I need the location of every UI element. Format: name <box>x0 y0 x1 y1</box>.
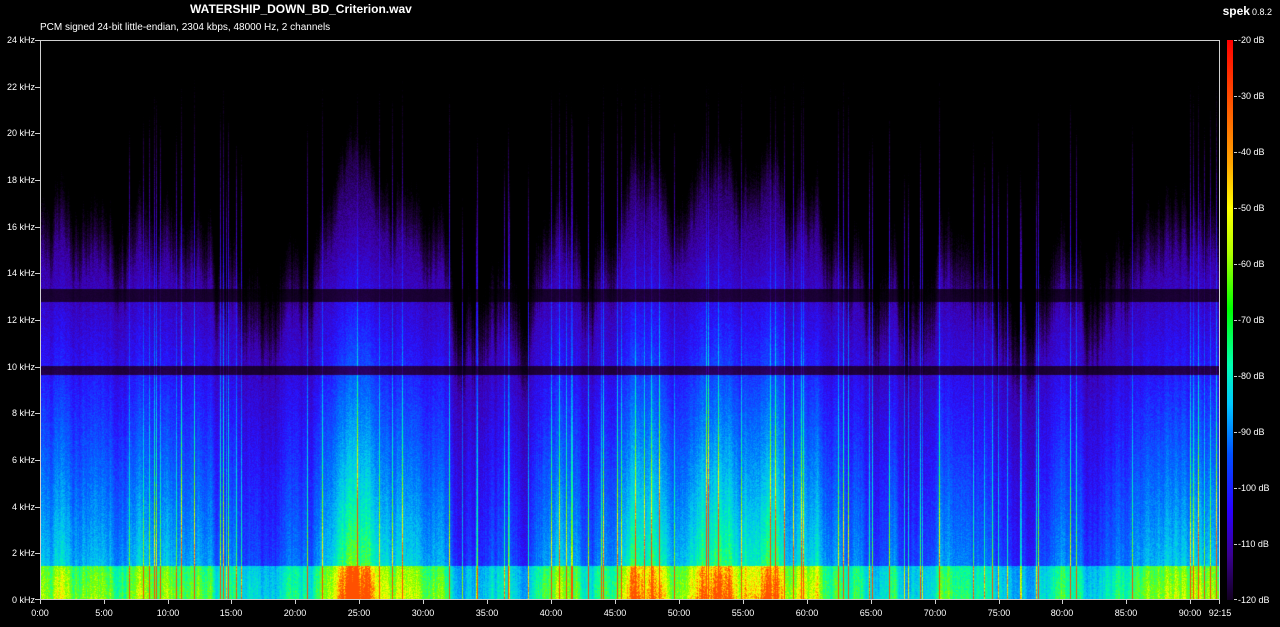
frequency-label: 0 kHz <box>11 595 35 605</box>
db-tick <box>1234 376 1237 377</box>
frequency-label: 22 kHz <box>6 81 35 92</box>
time-label: 25:00 <box>347 608 371 618</box>
time-tick <box>1190 600 1191 604</box>
db-tick <box>1234 208 1237 209</box>
frequency-label: 10 kHz <box>6 361 35 372</box>
db-label: -70 dB <box>1238 315 1265 325</box>
db-label: -50 dB <box>1238 203 1265 213</box>
time-label: 0:00 <box>31 608 49 618</box>
file-title: WATERSHIP_DOWN_BD_Criterion.wav <box>190 2 412 16</box>
time-tick <box>487 600 488 604</box>
frequency-tick <box>35 460 40 461</box>
audio-format-info: PCM signed 24-bit little-endian, 2304 kb… <box>40 22 331 33</box>
db-tick <box>1234 599 1237 600</box>
time-label: 15:00 <box>219 608 243 618</box>
frequency-label: 12 kHz <box>6 315 35 325</box>
frequency-label: 8 kHz <box>11 408 35 419</box>
frequency-label: 2 kHz <box>11 548 35 559</box>
time-tick <box>104 600 105 604</box>
time-tick <box>999 600 1000 604</box>
time-tick <box>1126 600 1127 604</box>
time-tick <box>168 600 169 604</box>
frequency-label: 24 kHz <box>6 35 35 45</box>
frequency-label: 16 kHz <box>6 221 35 232</box>
time-label: 30:00 <box>411 608 435 618</box>
time-label: 5:00 <box>95 608 113 618</box>
time-label: 45:00 <box>603 608 627 618</box>
time-tick <box>359 600 360 604</box>
time-label: 92:15 <box>1208 608 1232 618</box>
time-tick <box>935 600 936 604</box>
frequency-tick <box>35 40 40 41</box>
frequency-tick <box>35 86 40 88</box>
time-label: 40:00 <box>539 608 563 618</box>
db-label: -110 dB <box>1238 539 1269 549</box>
time-label: 50:00 <box>667 608 691 618</box>
time-label: 55:00 <box>731 608 755 618</box>
app-version: 0.8.2 <box>1251 7 1272 17</box>
db-label: -20 dB <box>1238 35 1265 45</box>
time-tick <box>423 600 424 604</box>
time-label: 75:00 <box>987 608 1011 618</box>
db-label: -80 dB <box>1238 371 1265 381</box>
time-label: 10:00 <box>156 608 180 618</box>
db-colorbar <box>1227 40 1233 600</box>
time-tick <box>551 600 552 604</box>
db-label: -100 dB <box>1238 483 1270 493</box>
time-label: 35:00 <box>475 608 499 618</box>
db-tick <box>1234 432 1237 433</box>
frequency-tick <box>35 226 40 228</box>
db-tick <box>1234 320 1237 321</box>
time-tick <box>615 600 616 604</box>
frequency-tick <box>35 413 40 415</box>
app-name: spek <box>1222 4 1250 18</box>
time-label: 80:00 <box>1050 608 1074 618</box>
db-label: -120 dB <box>1238 595 1270 605</box>
time-tick <box>871 600 872 604</box>
time-tick <box>1062 600 1063 604</box>
db-tick <box>1234 96 1237 97</box>
time-tick <box>743 600 744 604</box>
time-label: 65:00 <box>859 608 883 618</box>
frequency-label: 18 kHz <box>6 175 35 185</box>
frequency-label: 4 kHz <box>11 501 35 512</box>
app-brand: spek 0.8.2 <box>1223 2 1272 20</box>
time-label: 90:00 <box>1178 608 1202 618</box>
time-tick <box>295 600 296 604</box>
time-label: 70:00 <box>923 608 947 618</box>
frequency-tick <box>35 273 40 275</box>
frequency-tick <box>35 553 40 555</box>
db-label: -40 dB <box>1238 147 1265 157</box>
spectrogram-panel <box>40 40 1220 600</box>
time-tick <box>807 600 808 604</box>
db-tick <box>1234 264 1237 265</box>
time-label: 60:00 <box>795 608 819 618</box>
db-tick <box>1234 488 1237 489</box>
spectrogram-image <box>41 41 1219 599</box>
db-tick <box>1234 152 1237 153</box>
frequency-label: 20 kHz <box>6 128 35 139</box>
time-label: 85:00 <box>1114 608 1138 618</box>
db-label: -60 dB <box>1238 259 1265 269</box>
time-label: 20:00 <box>283 608 307 618</box>
frequency-tick <box>35 506 40 508</box>
db-label: -90 dB <box>1238 427 1265 437</box>
frequency-tick <box>35 133 40 135</box>
time-tick <box>679 600 680 604</box>
db-tick <box>1234 40 1237 41</box>
db-label: -30 dB <box>1238 91 1265 101</box>
time-tick <box>1219 600 1220 604</box>
frequency-tick <box>35 180 40 181</box>
frequency-label: 14 kHz <box>6 268 35 279</box>
db-tick <box>1234 544 1237 545</box>
time-tick <box>40 600 41 604</box>
frequency-tick <box>35 366 40 368</box>
frequency-tick <box>35 320 40 321</box>
time-tick <box>231 600 232 604</box>
frequency-label: 6 kHz <box>11 455 35 465</box>
